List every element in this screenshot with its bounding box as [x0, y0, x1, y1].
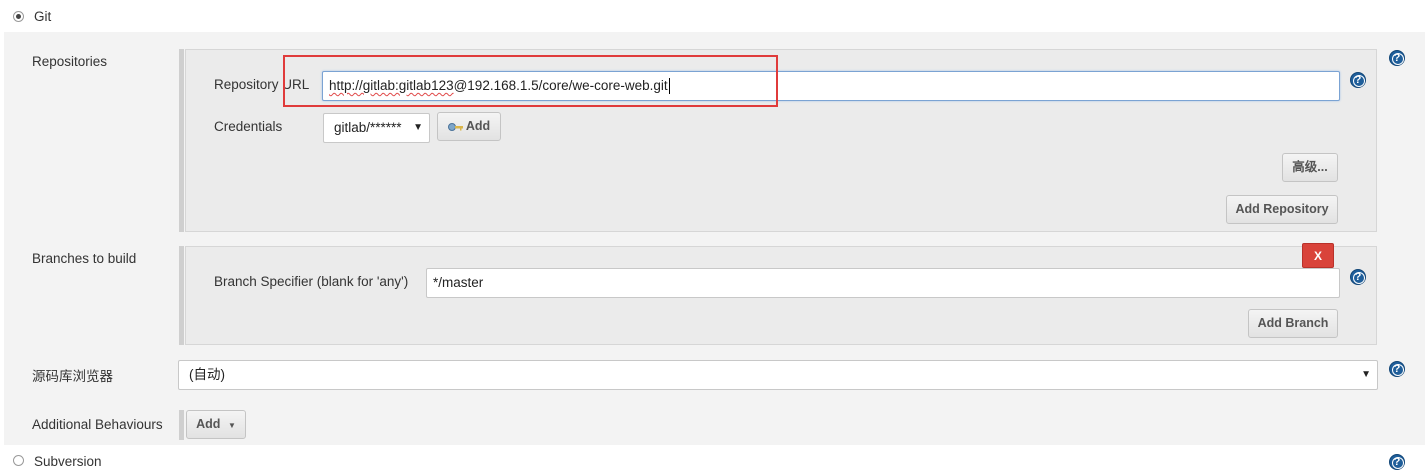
highlight-box [283, 55, 778, 107]
repository-url-help-icon[interactable]: ? [1350, 72, 1366, 88]
repository-browser-select[interactable]: (自动) ▼ [178, 360, 1378, 390]
branches-label: Branches to build [32, 251, 137, 266]
add-branch-button[interactable]: Add Branch [1248, 309, 1338, 338]
subversion-help-icon[interactable]: ? [1389, 454, 1405, 470]
git-label: Git [34, 9, 52, 24]
git-radio-dot[interactable] [13, 11, 24, 22]
chevron-down-icon: ▼ [413, 122, 423, 133]
branch-specifier-input[interactable]: */master [426, 268, 1340, 298]
repository-browser-help-icon[interactable]: ? [1389, 361, 1405, 377]
repository-browser-label: 源码库浏览器 [32, 369, 113, 384]
subversion-radio-dot[interactable] [13, 455, 24, 466]
repository-browser-value: (自动) [189, 367, 225, 382]
add-behaviour-button[interactable]: Add ▼ [186, 410, 246, 439]
branch-specifier-help-icon[interactable]: ? [1350, 269, 1366, 285]
repositories-help-icon[interactable]: ? [1389, 50, 1405, 66]
repositories-label: Repositories [32, 54, 108, 69]
credentials-select[interactable]: gitlab/****** ▼ [323, 113, 430, 143]
branch-specifier-label: Branch Specifier (blank for 'any') [214, 274, 409, 289]
branches-bar [179, 246, 184, 345]
delete-branch-button[interactable]: X [1302, 243, 1334, 268]
repositories-bar [179, 49, 184, 232]
add-repository-button[interactable]: Add Repository [1226, 195, 1338, 224]
subversion-label: Subversion [34, 454, 102, 469]
subversion-radio[interactable] [13, 454, 24, 469]
key-icon [447, 122, 463, 131]
behaviours-bar [179, 410, 184, 440]
add-behaviour-label: Add [196, 417, 221, 431]
additional-behaviours-label: Additional Behaviours [32, 417, 163, 432]
git-radio[interactable] [13, 10, 24, 25]
chevron-down-icon: ▼ [227, 421, 236, 430]
chevron-down-icon: ▼ [1361, 369, 1371, 380]
add-credentials-label: Add [465, 119, 491, 133]
add-credentials-button[interactable]: Add [437, 112, 501, 141]
credentials-value: gitlab/****** [334, 120, 402, 135]
advanced-button[interactable]: 高级... [1282, 153, 1338, 182]
credentials-label: Credentials [214, 119, 283, 134]
